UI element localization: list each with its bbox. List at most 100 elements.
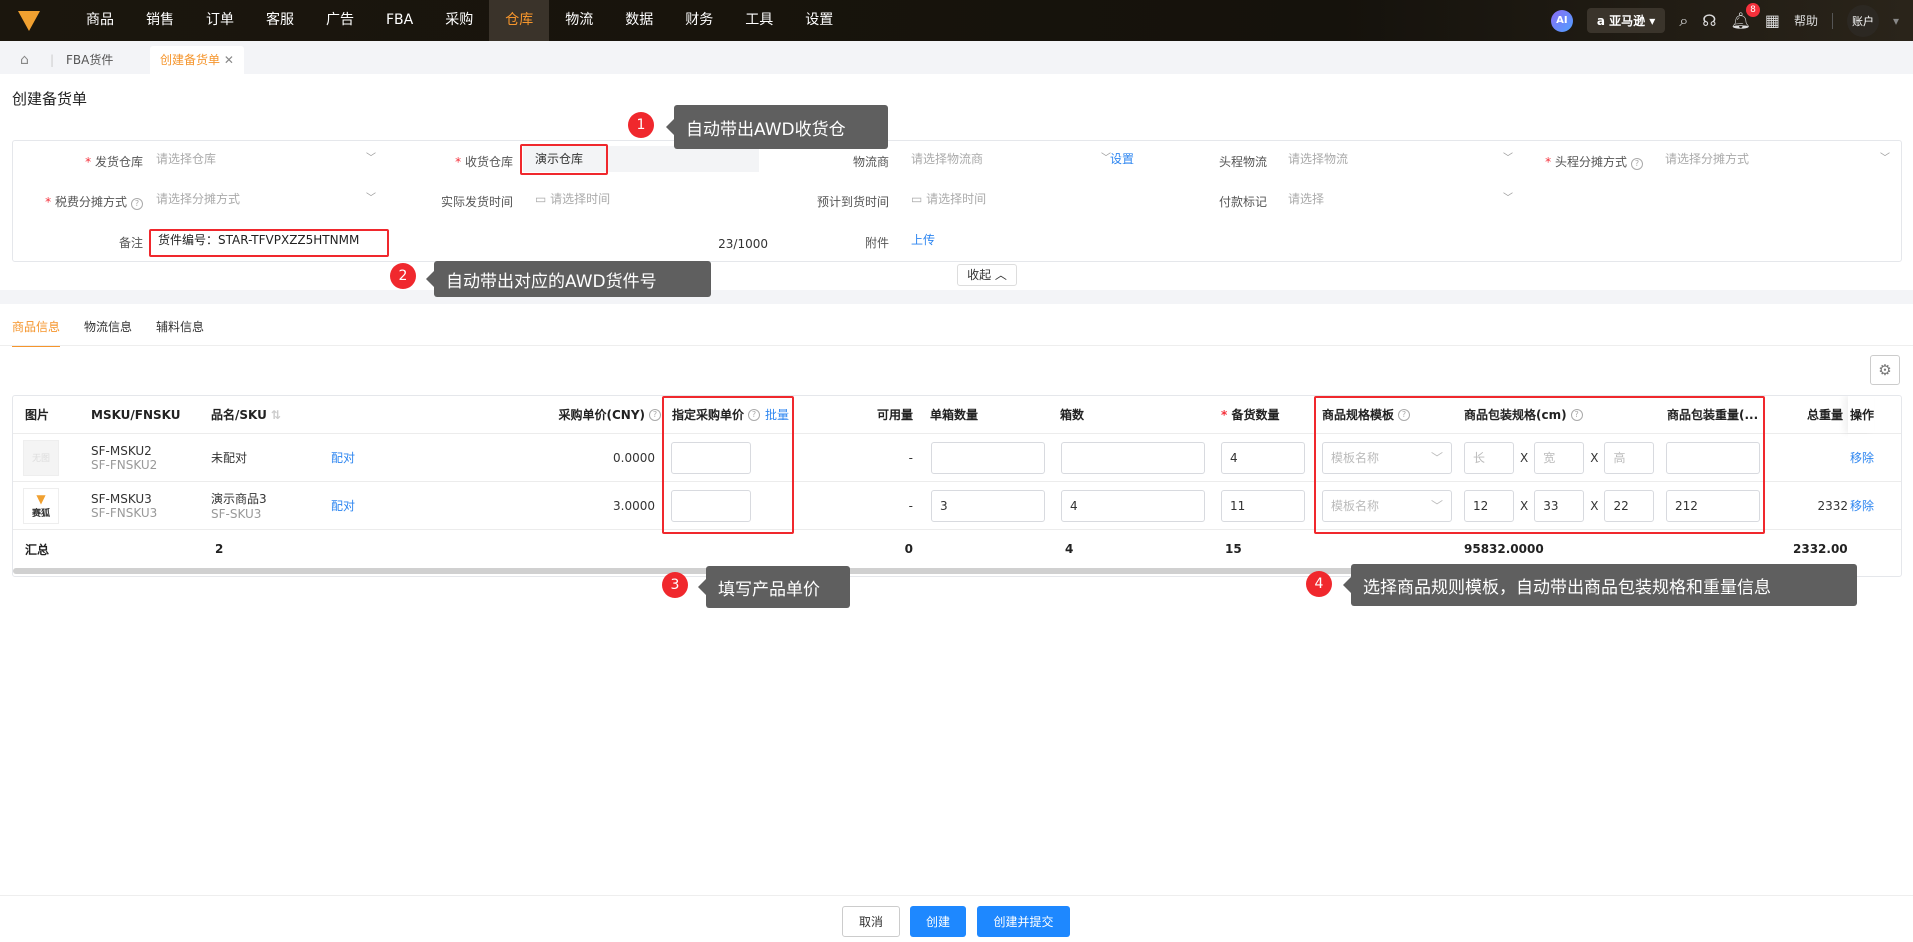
placeholder: 请选择物流商 [911, 152, 984, 166]
per-box-input[interactable]: 3 [931, 489, 1045, 522]
remove-link[interactable]: 移除 [1848, 482, 1901, 529]
nav-item[interactable]: 销售 [130, 0, 190, 41]
col-name[interactable]: 品名/SKU ⇅ [211, 396, 281, 433]
annotation-box [149, 229, 389, 257]
divider [1831, 12, 1833, 29]
tax-allocation-select[interactable]: 请选择分摊方式 ﹀ [156, 186, 376, 212]
help-icon[interactable]: ? [649, 408, 661, 421]
nav-item[interactable]: 广告 [310, 0, 370, 41]
remove-link[interactable]: 移除 [1848, 434, 1901, 481]
tax-allocation-label: 税费分摊方式 [54, 195, 127, 209]
ai-icon[interactable]: AI [1550, 9, 1573, 32]
allocation-select[interactable]: 请选择分摊方式 ﹀ [1665, 146, 1890, 172]
collapse-label: 收起 [967, 268, 992, 282]
summary-boxes: 4 [1065, 542, 1074, 556]
section-divider [0, 290, 1913, 304]
boxes-input[interactable]: 4 [1061, 489, 1205, 522]
annotation-number: 1 [628, 112, 654, 138]
placeholder: 请选择物流 [1288, 152, 1349, 166]
divider: | [50, 53, 55, 67]
platform-selector[interactable]: a 亚马逊 ▾ [1586, 8, 1666, 33]
annotation-callout: 填写产品单价 [698, 566, 850, 608]
product-thumbnail: ▼ 赛狐 [23, 487, 59, 524]
tab-product-info[interactable]: 商品信息 [12, 318, 61, 347]
account-avatar[interactable]: 账户 [1846, 4, 1879, 37]
gear-icon[interactable]: ⚙ [1870, 355, 1900, 385]
nav-item[interactable]: FBA [370, 0, 429, 41]
annotation-callout: 自动带出AWD收货仓 [666, 105, 888, 149]
nav-item[interactable]: 订单 [190, 0, 250, 41]
available-qty: - [908, 450, 913, 465]
nav-item[interactable]: 财务 [669, 0, 729, 41]
help-link[interactable]: 帮助 [1794, 12, 1818, 29]
carrier-select[interactable]: 请选择物流商 ﹀ [911, 146, 1111, 172]
first-leg-label: 头程物流 [1218, 155, 1267, 169]
bell-icon[interactable]: 🔔︎ 8 [1731, 3, 1760, 30]
calendar-icon: ▭ [535, 192, 551, 206]
nav-item[interactable]: 商品 [70, 0, 130, 41]
payment-select[interactable]: 请选择 ﹀ [1288, 186, 1513, 212]
tab-create-stock-order[interactable]: 创建备货单 ✕ [150, 46, 244, 74]
tab-fba-shipment[interactable]: FBA货件 [66, 46, 113, 74]
first-leg-select[interactable]: 请选择物流 ﹀ [1288, 146, 1513, 172]
ship-time-picker[interactable]: ▭ 请选择时间 [535, 186, 755, 212]
summary-available: 0 [904, 542, 913, 556]
sort-icon[interactable]: ⇅ [271, 408, 281, 422]
home-icon[interactable]: ⌂ [20, 46, 29, 74]
collapse-button[interactable]: 收起 ︿ [957, 264, 1017, 286]
annotation-number: 3 [662, 572, 688, 598]
annotation-box [662, 396, 794, 534]
nav-item[interactable]: 设置 [789, 0, 849, 41]
nav-item-active[interactable]: 仓库 [489, 0, 550, 41]
qty-input[interactable]: 11 [1221, 489, 1305, 522]
chevron-down-icon: ﹀ [366, 193, 376, 204]
nav-item[interactable]: 客服 [250, 0, 310, 41]
placeholder: 请选择时间 [926, 192, 987, 206]
annotation-number: 4 [1306, 571, 1332, 597]
pair-link[interactable]: 配对 [331, 482, 355, 529]
upload-link[interactable]: 上传 [911, 227, 935, 253]
headset-icon[interactable]: ☊ [1702, 11, 1716, 30]
search-icon[interactable]: ⌕ [1679, 11, 1688, 31]
create-submit-button[interactable]: 创建并提交 [977, 906, 1070, 937]
col-qty-label: 备货数量 [1231, 408, 1280, 422]
col-total-weight: 总重量 [1806, 408, 1843, 422]
tab-logistics-info[interactable]: 物流信息 [84, 318, 132, 345]
nav-item[interactable]: 数据 [609, 0, 669, 41]
annotation-callout: 自动带出对应的AWD货件号 [426, 261, 711, 297]
placeholder: 请选择分摊方式 [156, 192, 241, 206]
help-icon[interactable]: ? [131, 198, 143, 210]
nav-item[interactable]: 物流 [549, 0, 609, 41]
carrier-label: 物流商 [852, 155, 889, 169]
ship-warehouse-select[interactable]: 请选择仓库 ﹀ [156, 146, 376, 172]
col-per-box: 单箱数量 [930, 408, 979, 422]
top-nav: 商品 销售 订单 客服 广告 FBA 采购 仓库 物流 数据 财务 工具 设置 … [0, 0, 1913, 41]
annotation-box [520, 144, 608, 175]
col-price-label: 采购单价(CNY) [558, 408, 645, 422]
nav-item[interactable]: 采购 [429, 0, 489, 41]
eta-picker[interactable]: ▭ 请选择时间 [911, 186, 1131, 212]
carrier-settings-link[interactable]: 设置 [1110, 146, 1134, 172]
create-button[interactable]: 创建 [910, 906, 966, 937]
sku: SF-SKU3 [211, 507, 262, 521]
chevron-down-icon: ﹀ [366, 153, 376, 164]
summary-dims-total: 95832.0000 [1464, 542, 1544, 556]
tab-bar: ⌂ | FBA货件 创建备货单 ✕ [0, 41, 1913, 74]
msku: SF-MSKU3 [91, 491, 152, 506]
tab-label: 创建备货单 [160, 53, 221, 67]
fox-logo-icon: ▼ [36, 492, 46, 506]
logo-icon[interactable] [14, 9, 44, 33]
nav-item[interactable]: 工具 [729, 0, 789, 41]
close-icon[interactable]: ✕ [224, 53, 234, 67]
qty-input[interactable]: 4 [1221, 441, 1305, 474]
per-box-input[interactable] [931, 441, 1045, 474]
pair-link[interactable]: 配对 [331, 434, 355, 481]
cancel-button[interactable]: 取消 [842, 906, 900, 937]
tab-accessory-info[interactable]: 辅料信息 [156, 318, 204, 345]
chevron-down-icon[interactable]: ▾ [1893, 14, 1899, 28]
help-icon[interactable]: ? [1631, 158, 1643, 170]
boxes-input[interactable] [1061, 441, 1205, 474]
apps-grid-icon[interactable]: ▦ [1765, 11, 1780, 30]
summary-total-weight: 2332.00 [1793, 542, 1848, 556]
summary-count: 2 [215, 542, 224, 556]
